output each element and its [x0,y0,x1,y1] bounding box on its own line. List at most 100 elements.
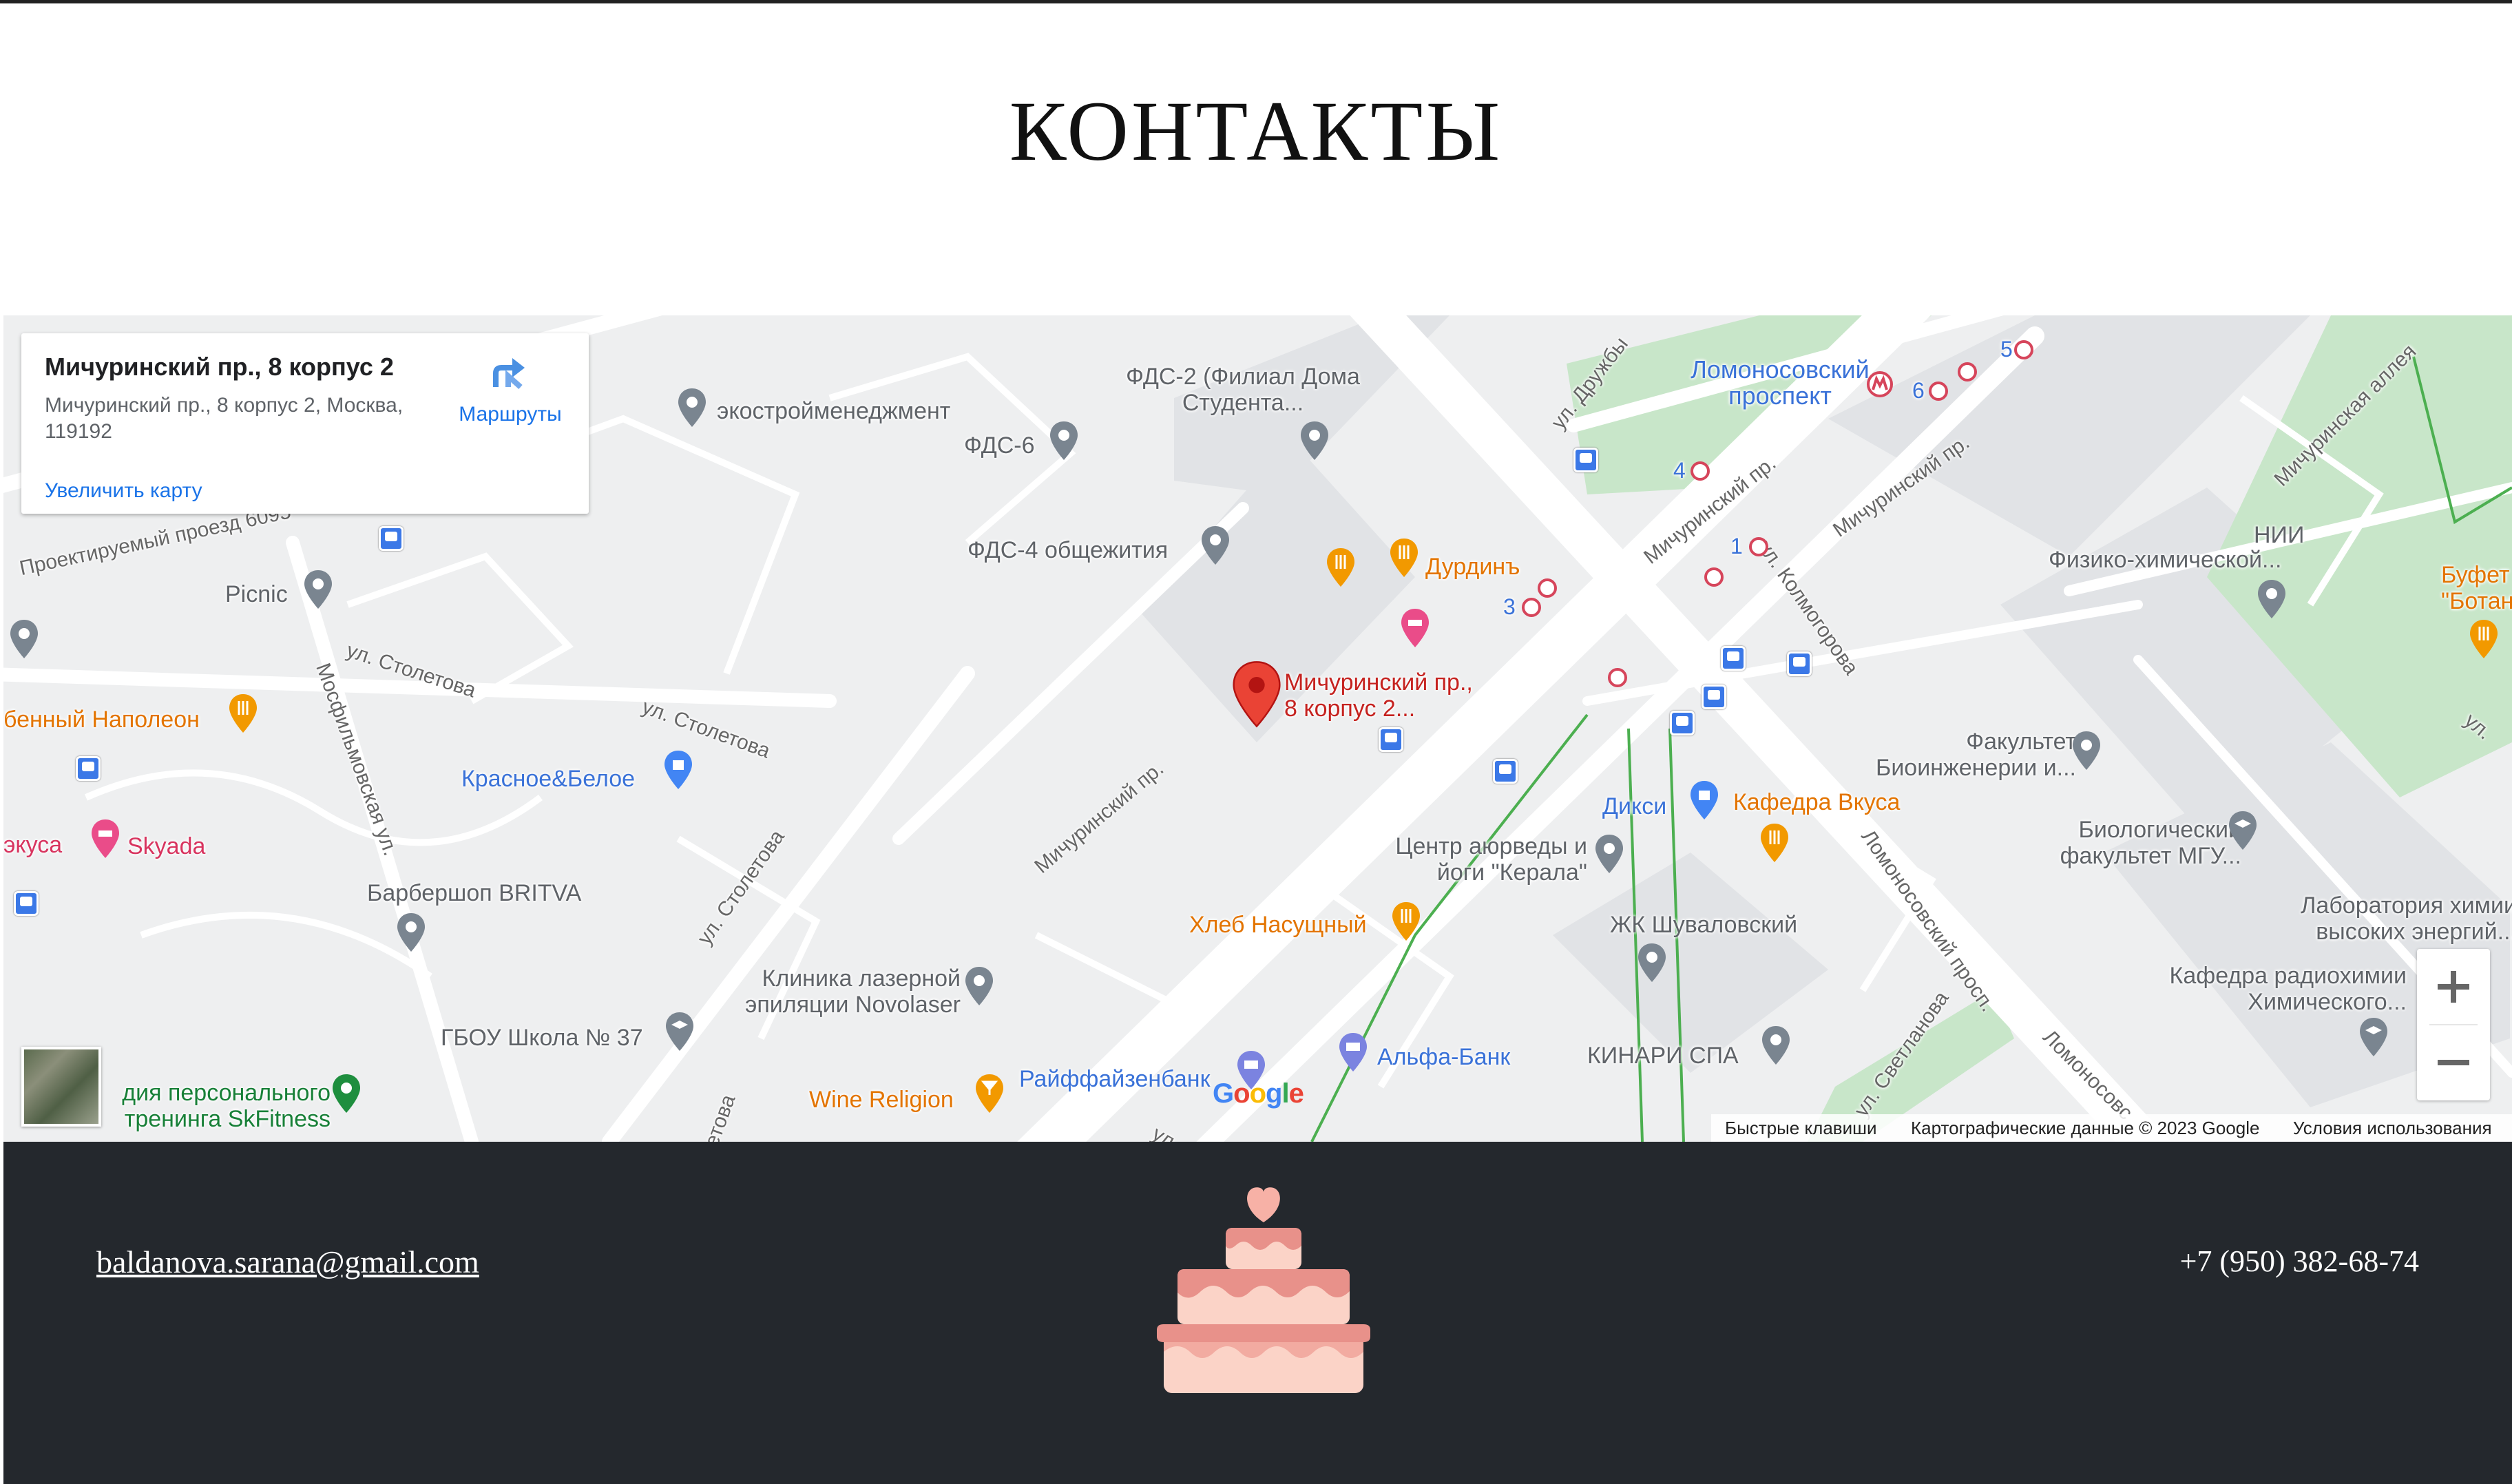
metro-exit-icon[interactable] [2014,340,2033,359]
gym-pin-icon[interactable] [331,1073,362,1114]
metro-exit-icon[interactable] [1608,668,1627,687]
directions-icon [493,358,525,389]
restaurant-pin-icon[interactable] [1326,547,1356,588]
bus-stop-icon[interactable] [1702,684,1726,709]
directions-label: Маршруты [459,403,562,426]
map-label-kinari[interactable]: КИНАРИ СПА [1587,1043,1739,1069]
metro-exit-icon[interactable] [1538,578,1557,598]
bus-stop-icon[interactable] [1573,448,1598,472]
place-pin-icon[interactable] [964,965,994,1007]
hotel-pin-icon[interactable] [1400,607,1430,649]
footer-phone-link[interactable]: +7 (950) 382-68-74 [2180,1244,2419,1279]
keyboard-shortcuts-link[interactable]: Быстрые клавиши [1725,1114,1877,1142]
shop-pin-icon[interactable] [663,749,693,791]
place-pin-icon[interactable] [1594,833,1624,875]
place-pin-icon[interactable] [2257,578,2287,620]
map-label-fds6[interactable]: ФДС-6 [964,432,1035,459]
bus-stop-icon[interactable] [379,526,404,551]
restaurant-pin-icon[interactable] [228,693,258,734]
map-label-durdin[interactable]: Дурдинъ [1425,554,1520,580]
metro-exit-icon[interactable] [1691,461,1710,481]
zoom-in-button[interactable] [2417,949,2490,1025]
place-pin-icon[interactable] [1200,525,1231,566]
bus-stop-icon[interactable] [1493,759,1518,784]
place-pin-icon[interactable] [1299,420,1330,461]
metro-exit-icon[interactable] [1522,598,1541,617]
enlarge-map-link[interactable]: Увеличить карту [45,479,202,503]
map-label-hleb[interactable]: Хлеб Насущный [1189,912,1367,938]
bus-stop-icon[interactable] [1721,646,1746,671]
minus-icon [2438,1060,2469,1065]
metro-exit-icon[interactable] [1958,362,1977,382]
plus-icon-vertical [2451,971,2456,1003]
bar-pin-icon[interactable] [974,1073,1005,1114]
directions-button[interactable]: Маршруты [441,353,579,426]
restaurant-pin-icon[interactable] [1389,537,1419,578]
map-label-klinika[interactable]: Клиника лазерной эпиляции Novolaser [706,965,961,1018]
map-label-ayurveda[interactable]: Центр аюрведы и йоги "Керала" [1381,833,1587,886]
map-label-krasnoe[interactable]: Красное&Белое [461,766,635,792]
university-pin-icon[interactable] [2228,810,2258,851]
bus-stop-icon[interactable] [1379,727,1403,752]
map-label-gbou[interactable]: ГБОУ Школа № 37 [441,1025,643,1051]
map-label-picnic[interactable]: Picnic [225,581,288,607]
selected-location-marker-icon[interactable] [1231,660,1283,729]
metro-exit-label: 3 [1503,594,1516,619]
map-label-lomonosov-metro[interactable]: Ломоносовский проспект [1666,357,1894,409]
bus-stop-icon[interactable] [14,891,39,916]
map[interactable]: экостройменеджмент ФДС-2 (Филиал Дома Ст… [3,315,2512,1142]
map-label-kafedra-vkusa[interactable]: Кафедра Вкуса [1733,789,1900,815]
map-label-fiziko[interactable]: Физико-химической... [2049,547,2281,573]
place-pin-icon[interactable] [2071,730,2102,771]
map-label-alfa[interactable]: Альфа-Банк [1377,1044,1510,1070]
terms-of-use-link[interactable]: Условия использования [2293,1114,2492,1142]
place-pin-icon[interactable] [396,912,426,953]
restaurant-pin-icon[interactable] [1391,901,1421,942]
map-label-ecostroy[interactable]: экостройменеджмент [717,398,950,424]
university-pin-icon[interactable] [2358,1016,2389,1058]
bank-pin-icon[interactable] [1338,1032,1368,1073]
map-label-zhk[interactable]: ЖК Шуваловский [1610,912,1797,938]
map-label-laboratory[interactable]: Лаборатория химии высоких энергий... [2276,892,2512,945]
university-pin-icon[interactable] [664,1011,695,1052]
map-attribution-bar: Быстрые клавиши Картографические данные … [1711,1114,2512,1142]
map-label-biofak[interactable]: Биологический факультет МГУ... [2014,817,2241,869]
map-label-fds2[interactable]: ФДС-2 (Филиал Дома Студента... [1098,364,1388,416]
place-pin-icon[interactable] [303,569,333,610]
map-label-wine[interactable]: Wine Religion [809,1087,954,1113]
map-label-skyada[interactable]: Skyada [127,833,205,859]
metro-exit-icon[interactable] [1749,537,1768,556]
map-label-fds4[interactable]: ФДС-4 общежития [967,537,1168,563]
bus-stop-icon[interactable] [76,756,101,781]
zoom-out-button[interactable] [2417,1025,2490,1100]
map-label-britva[interactable]: Барбершоп BRITVA [367,880,581,906]
metro-exit-icon[interactable] [1704,567,1724,587]
map-label-dixi[interactable]: Дикси [1602,793,1666,819]
place-pin-icon[interactable] [1761,1025,1791,1066]
map-label-skfitness[interactable]: дия персонального тренинга SkFitness [96,1080,331,1132]
bus-stop-icon[interactable] [1670,711,1695,735]
map-label-kafedra-radio[interactable]: Кафедра радиохимии Химического... [2138,963,2407,1015]
map-label-skyada-left[interactable]: экуса [3,832,62,858]
map-label-nii[interactable]: НИИ [2254,522,2304,548]
map-label-napoleon[interactable]: бенный Наполеон [3,707,200,733]
place-pin-icon[interactable] [1049,420,1079,461]
top-divider [0,0,2512,3]
place-pin-icon[interactable] [677,387,707,428]
place-pin-icon[interactable] [1637,942,1667,983]
metro-icon[interactable] [1866,370,1894,398]
map-label-raiffeisen[interactable]: Райффайзенбанк [1019,1066,1210,1092]
restaurant-pin-icon[interactable] [1759,822,1790,864]
satellite-toggle-button[interactable] [21,1047,101,1127]
bus-stop-icon[interactable] [1787,651,1812,676]
map-label-bufet[interactable]: Буфет "Ботан [2441,562,2512,614]
map-label-fakultet-bio[interactable]: Факультет Биоинженерии и... [1842,729,2076,781]
footer-email-link[interactable]: baldanova.sarana@gmail.com [96,1244,479,1280]
metro-exit-label: 4 [1673,458,1686,483]
metro-exit-icon[interactable] [1929,382,1948,401]
shop-pin-icon[interactable] [1689,780,1719,821]
beauty-pin-icon[interactable] [90,818,121,859]
place-pin-icon[interactable] [9,618,39,660]
map-label-selected-place[interactable]: Мичуринский пр., 8 корпус 2... [1284,669,1491,722]
restaurant-pin-icon[interactable] [2469,618,2499,660]
